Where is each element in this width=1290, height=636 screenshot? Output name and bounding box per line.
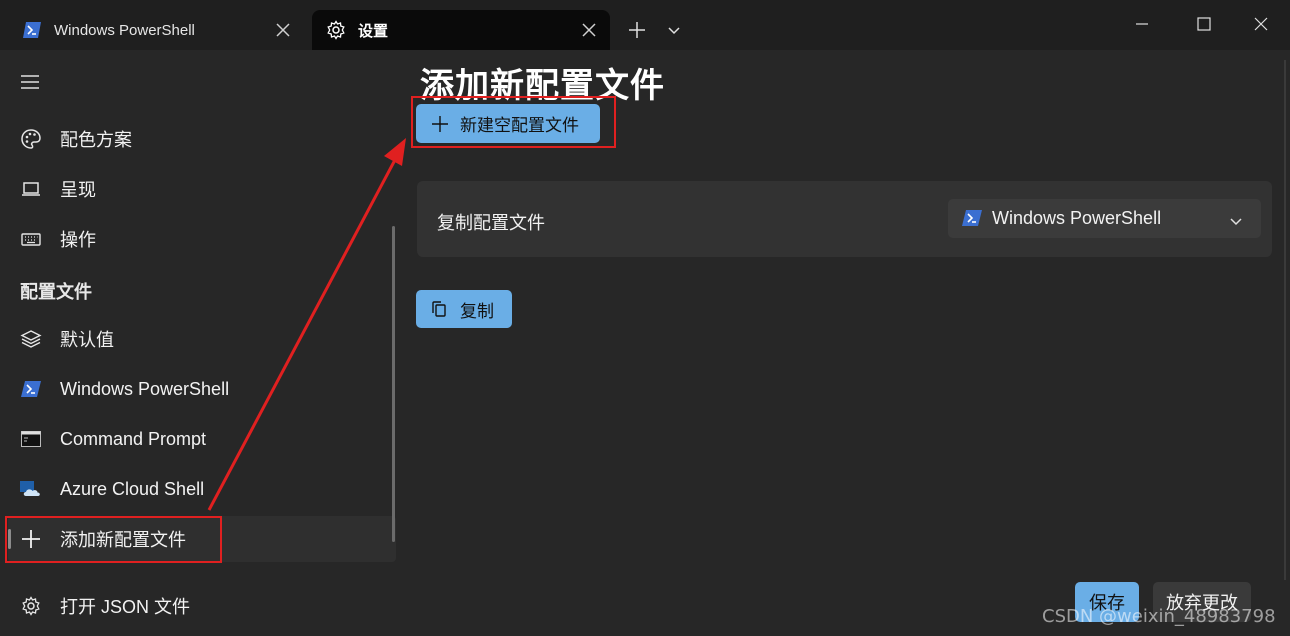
title-bar: Windows PowerShell 设置 — [0, 0, 1290, 50]
powershell-icon — [962, 209, 982, 229]
azure-cloud-icon — [20, 478, 42, 500]
copy-button[interactable]: 复制 — [416, 290, 512, 328]
sidebar-item-color-schemes[interactable]: 配色方案 — [8, 116, 396, 162]
sidebar-item-defaults[interactable]: 默认值 — [8, 316, 396, 362]
sidebar-item-label: 打开 JSON 文件 — [60, 597, 191, 617]
duplicate-profile-dropdown[interactable]: Windows PowerShell — [948, 199, 1261, 238]
main-scrollbar[interactable] — [1284, 60, 1286, 580]
chevron-down-icon — [668, 27, 680, 35]
sidebar-item-rendering[interactable]: 呈现 — [8, 166, 396, 212]
tab-label: 设置 — [358, 22, 389, 40]
dropdown-selected-value: Windows PowerShell — [992, 208, 1162, 228]
gear-icon — [20, 595, 42, 617]
tab-label: Windows PowerShell — [54, 21, 195, 39]
sidebar-item-label: Windows PowerShell — [60, 378, 230, 399]
cmd-icon — [20, 428, 42, 450]
sidebar-item-label: Azure Cloud Shell — [60, 478, 205, 499]
laptop-icon — [20, 178, 42, 200]
keyboard-icon — [20, 228, 42, 250]
sidebar-scrollbar[interactable] — [392, 226, 395, 542]
minimize-icon — [1136, 23, 1148, 25]
maximize-button[interactable] — [1184, 8, 1224, 40]
annotation-box-new-empty-profile — [411, 96, 616, 148]
tab-settings[interactable]: 设置 — [312, 10, 610, 50]
sidebar-item-label: 配色方案 — [60, 130, 132, 150]
chevron-down-icon — [1229, 212, 1243, 226]
sidebar-item-actions[interactable]: 操作 — [8, 216, 396, 262]
duplicate-profile-card: 复制配置文件 Windows PowerShell — [417, 181, 1272, 257]
powershell-icon — [20, 378, 42, 400]
gear-icon — [326, 20, 346, 40]
close-icon[interactable] — [274, 21, 292, 39]
sidebar-item-label: 操作 — [60, 230, 96, 250]
sidebar-item-open-json[interactable]: 打开 JSON 文件 — [8, 583, 396, 629]
hamburger-menu-icon[interactable] — [18, 70, 42, 94]
maximize-icon — [1197, 17, 1211, 31]
tab-windows-powershell[interactable]: Windows PowerShell — [8, 10, 304, 50]
powershell-icon — [22, 20, 42, 40]
window-close-button[interactable] — [1241, 8, 1281, 40]
layers-icon — [20, 328, 42, 350]
tab-dropdown-button[interactable] — [660, 16, 688, 44]
sidebar-item-label: Command Prompt — [60, 428, 207, 449]
palette-icon — [20, 128, 42, 150]
button-label: 复制 — [460, 301, 494, 321]
sidebar-item-command-prompt[interactable]: Command Prompt — [8, 416, 396, 462]
sidebar-item-label: 默认值 — [60, 330, 114, 350]
watermark: CSDN @weixin_48983798 — [1042, 606, 1276, 627]
new-tab-button[interactable] — [623, 16, 651, 44]
sidebar-item-label: 呈现 — [60, 180, 96, 200]
close-icon[interactable] — [580, 21, 598, 39]
copy-icon — [430, 300, 448, 318]
annotation-box-add-new-profile — [5, 516, 222, 563]
sidebar-item-azure-cloud-shell[interactable]: Azure Cloud Shell — [8, 466, 396, 512]
sidebar-item-windows-powershell[interactable]: Windows PowerShell — [8, 366, 396, 412]
profiles-section-header: 配置文件 — [20, 282, 92, 302]
duplicate-profile-label: 复制配置文件 — [437, 213, 545, 233]
plus-icon — [629, 22, 645, 38]
minimize-button[interactable] — [1122, 8, 1162, 40]
close-icon — [1254, 17, 1268, 31]
